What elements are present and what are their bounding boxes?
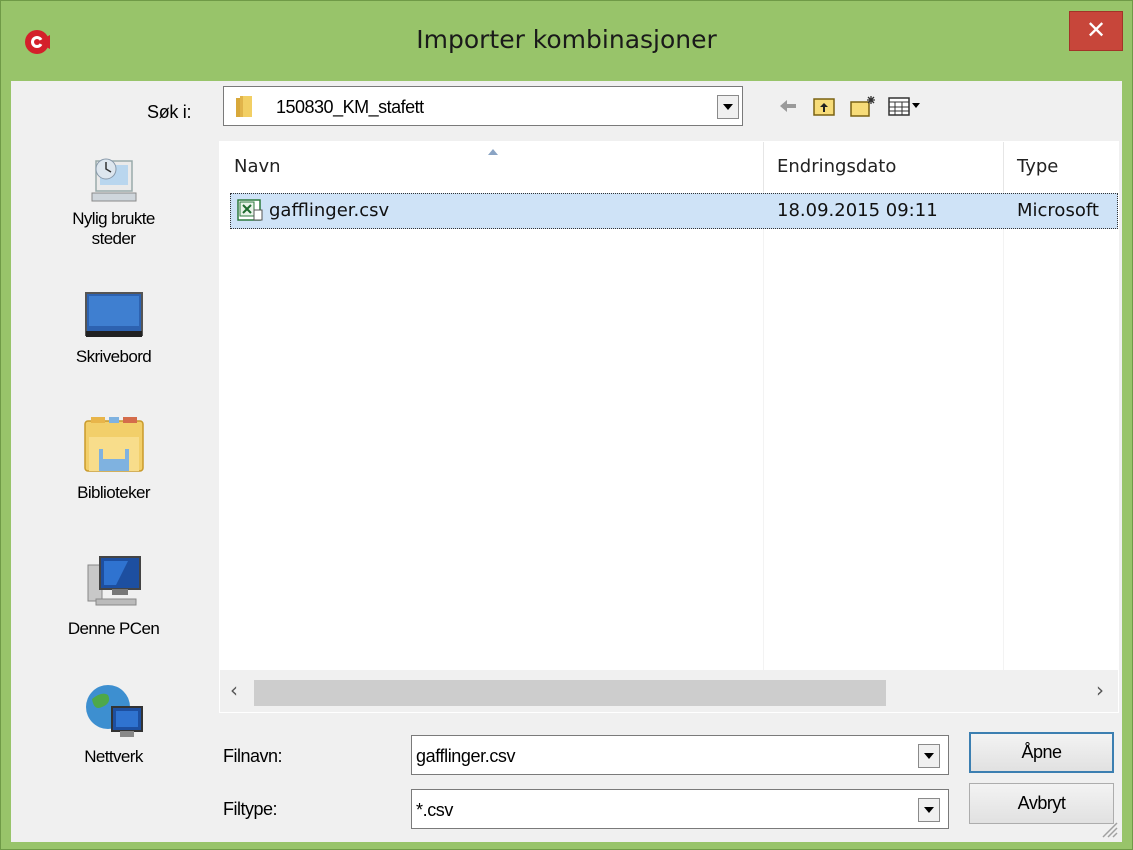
place-network-label: Nettverk	[84, 747, 143, 766]
filetype-value: *.csv	[416, 800, 454, 820]
column-gridline	[763, 192, 764, 670]
libraries-icon	[83, 417, 144, 472]
desktop-icon	[84, 292, 143, 337]
place-libraries-label: Biblioteker	[77, 483, 150, 502]
lookin-value: 150830_KM_stafett	[276, 97, 424, 117]
scroll-right-icon[interactable]: ›	[1096, 678, 1104, 702]
back-arrow-icon[interactable]	[777, 95, 799, 117]
lookin-label: Søk i:	[147, 102, 192, 122]
file-name: gafflinger.csv	[269, 200, 390, 221]
place-network[interactable]: Nettverk	[11, 681, 216, 767]
column-header-name[interactable]: Navn	[220, 142, 763, 192]
column-header-date[interactable]: Endringsdato	[763, 142, 1003, 192]
filename-input[interactable]: gafflinger.csv	[416, 746, 516, 767]
up-folder-icon[interactable]	[812, 95, 836, 117]
dialog-window: Importer kombinasjoner ✕ Søk i: 150830_K…	[0, 0, 1133, 850]
dialog-body: Søk i: 150830_KM_stafett Nylig brukte st…	[11, 81, 1122, 842]
computer-icon	[87, 556, 141, 606]
close-button[interactable]: ✕	[1069, 11, 1123, 51]
place-recent[interactable]: Nylig brukte steder	[11, 151, 216, 249]
filename-combo[interactable]: gafflinger.csv	[411, 735, 949, 775]
place-recent-label-1: Nylig brukte	[72, 209, 155, 228]
column-gridline	[1003, 192, 1004, 670]
scroll-left-icon[interactable]: ‹	[230, 678, 238, 702]
place-recent-label-2: steder	[91, 229, 136, 248]
file-date: 18.09.2015 09:11	[777, 200, 938, 221]
open-button[interactable]: Åpne	[969, 732, 1114, 773]
lookin-dropdown-arrow[interactable]	[717, 95, 739, 119]
file-type: Microsoft	[1017, 200, 1099, 221]
window-title: Importer kombinasjoner	[416, 25, 717, 54]
filename-dropdown-arrow[interactable]	[918, 744, 940, 768]
place-computer[interactable]: Denne PCen	[11, 551, 216, 639]
filetype-combo[interactable]: *.csv	[411, 789, 949, 829]
column-header-type[interactable]: Type	[1003, 142, 1118, 192]
place-desktop-label: Skrivebord	[75, 347, 152, 366]
network-icon	[85, 685, 143, 737]
places-bar: Nylig brukte steder Skrivebord Bibliotek…	[11, 141, 216, 841]
excel-csv-icon	[237, 199, 263, 221]
title-bar[interactable]: Importer kombinasjoner ✕	[1, 1, 1132, 81]
new-folder-icon[interactable]	[849, 95, 877, 117]
file-list[interactable]: Navn Endringsdato Type gafflinger.csv 18…	[219, 141, 1119, 713]
place-computer-label: Denne PCen	[67, 619, 160, 638]
filetype-dropdown-arrow[interactable]	[918, 798, 940, 822]
resize-grip-icon[interactable]	[1097, 817, 1119, 839]
place-desktop[interactable]: Skrivebord	[11, 291, 216, 367]
horizontal-scrollbar[interactable]: ‹ ›	[220, 670, 1118, 712]
filetype-label: Filtype:	[223, 799, 278, 819]
file-row[interactable]: gafflinger.csv 18.09.2015 09:11 Microsof…	[230, 193, 1118, 229]
scrollbar-thumb[interactable]	[254, 680, 886, 706]
recent-places-icon	[91, 158, 136, 202]
folder-icon	[236, 96, 252, 117]
cancel-button[interactable]: Avbryt	[969, 783, 1114, 824]
place-libraries[interactable]: Biblioteker	[11, 415, 216, 503]
lookin-combo[interactable]: 150830_KM_stafett	[223, 86, 743, 126]
filename-label: Filnavn:	[223, 746, 283, 766]
view-menu-icon[interactable]	[887, 95, 923, 117]
